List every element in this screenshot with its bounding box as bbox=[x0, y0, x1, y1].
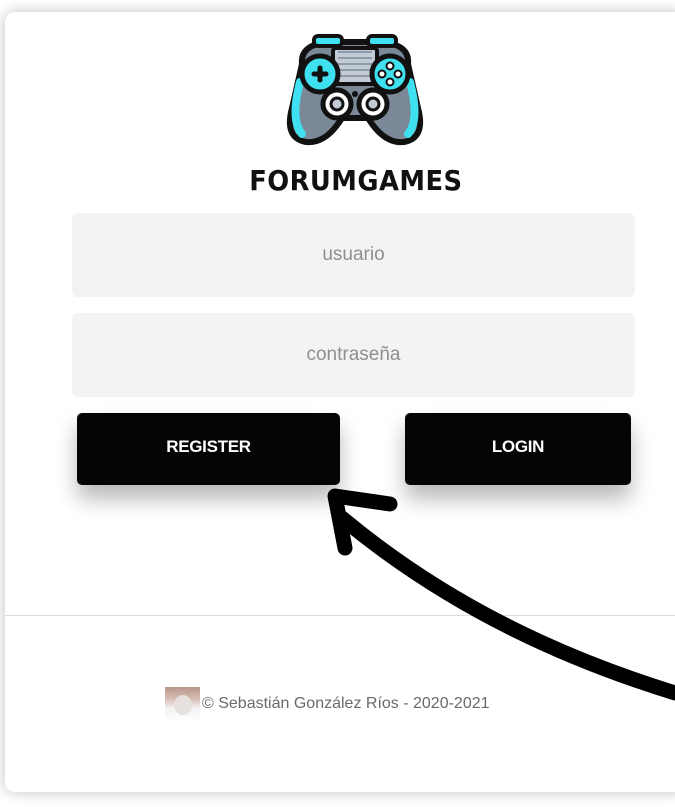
brand-logo: FORUMGAMES bbox=[240, 16, 470, 212]
footer-divider bbox=[5, 615, 675, 616]
footer: © Sebastián González Ríos - 2020-2021 bbox=[165, 686, 490, 722]
username-input[interactable] bbox=[72, 213, 635, 297]
register-button[interactable]: REGISTER bbox=[77, 413, 340, 485]
brand-name: FORUMGAMES bbox=[249, 164, 463, 197]
copyright-text: © Sebastián González Ríos - 2020-2021 bbox=[202, 695, 490, 712]
gamepad-icon bbox=[286, 34, 424, 146]
password-input[interactable] bbox=[72, 313, 635, 397]
author-avatar bbox=[165, 686, 200, 722]
login-button[interactable]: LOGIN bbox=[405, 413, 631, 485]
